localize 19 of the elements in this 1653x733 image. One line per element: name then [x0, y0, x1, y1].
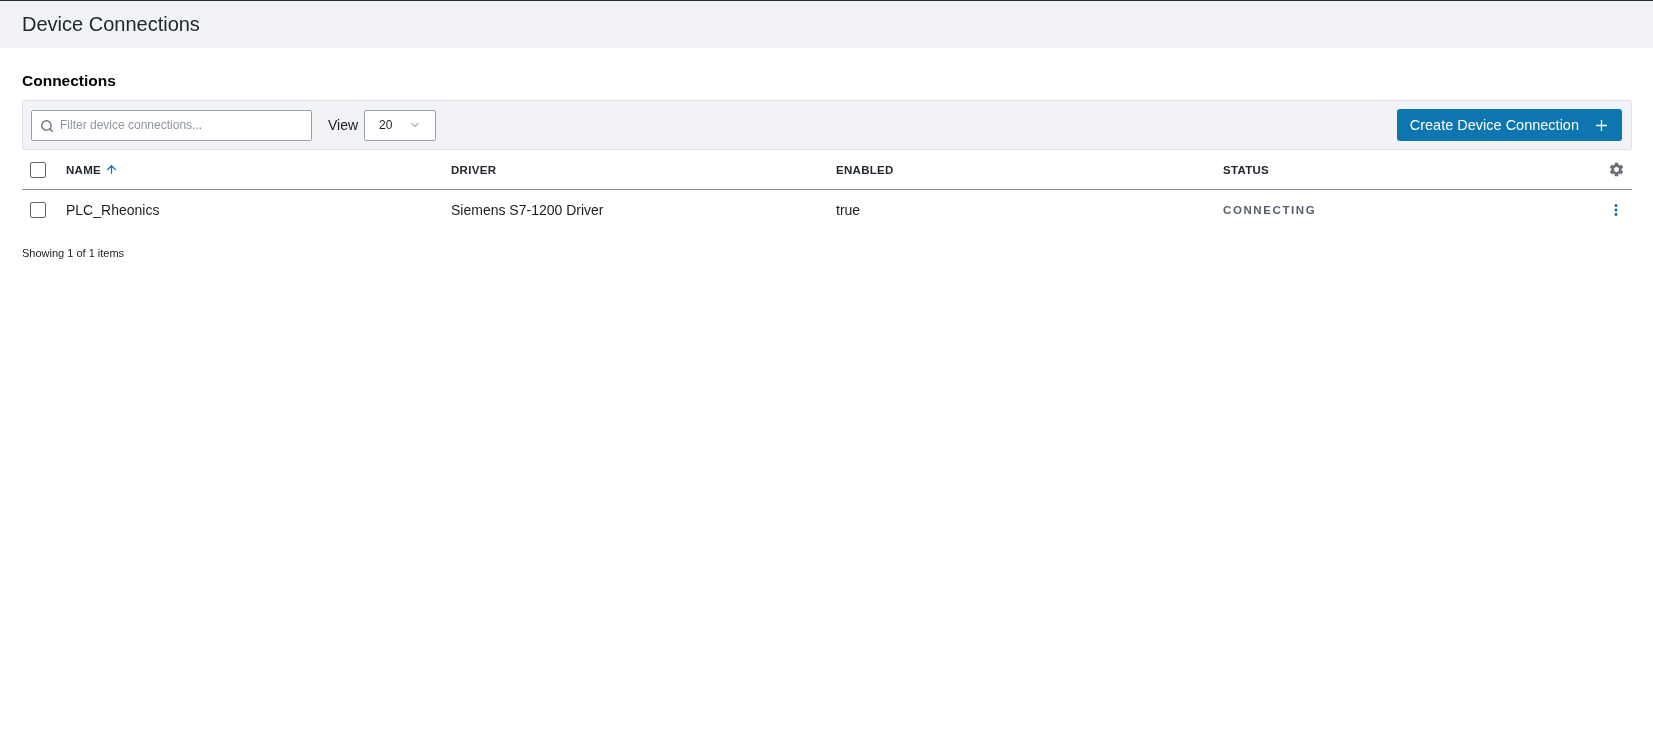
view-label: View: [328, 117, 359, 133]
checkbox[interactable]: [30, 161, 46, 178]
status-text: CONNECTING: [1223, 204, 1317, 216]
search-icon: [40, 118, 54, 133]
create-device-connection-button[interactable]: Create Device Connection: [1396, 109, 1622, 141]
column-header[interactable]: DRIVER: [451, 163, 497, 176]
page-size-dropdown[interactable]: 20: [364, 109, 437, 141]
column-header[interactable]: ENABLED: [836, 163, 894, 176]
settings-icon[interactable]: [1607, 161, 1625, 178]
column-header[interactable]: STATUS: [1223, 163, 1270, 176]
search-field[interactable]: Filter device connections...: [31, 109, 312, 141]
table-cell: PLC_Rheonics: [66, 202, 160, 218]
page-title: Device Connections: [22, 13, 200, 36]
table-cell: true: [836, 202, 861, 218]
section-title: Connections: [22, 71, 117, 91]
table-cell: Siemens S7-1200 Driver: [451, 202, 604, 218]
checkbox[interactable]: [30, 202, 46, 218]
column-header[interactable]: NAME: [66, 163, 119, 176]
items-summary: Showing 1 of 1 items: [22, 247, 126, 259]
